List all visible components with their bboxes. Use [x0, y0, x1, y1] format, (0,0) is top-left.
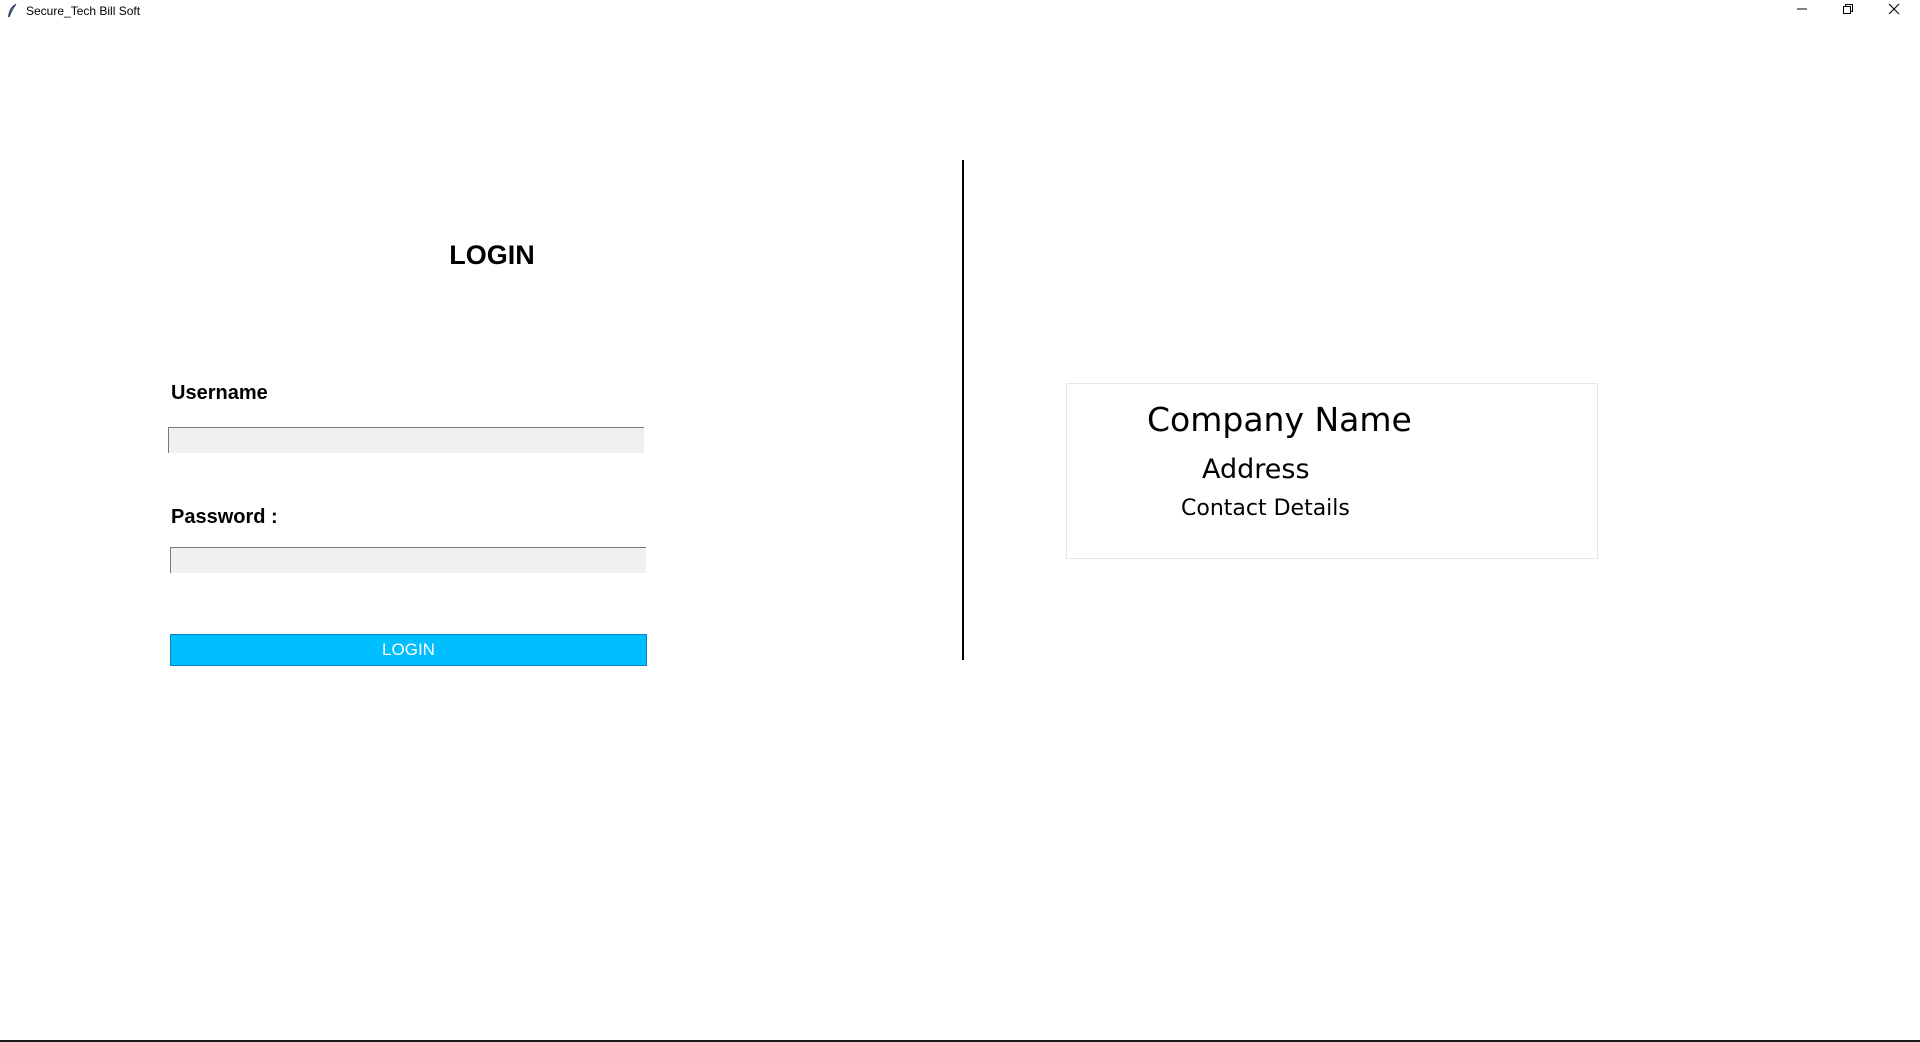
- restore-icon: [1842, 2, 1854, 20]
- vertical-divider: [962, 160, 964, 660]
- username-label: Username: [171, 382, 268, 404]
- close-icon: [1888, 2, 1900, 20]
- company-contact-details: Contact Details: [1181, 496, 1350, 521]
- company-name: Company Name: [1147, 400, 1412, 439]
- app-window: Secure_Tech Bill Soft LOGIN Username Pas…: [0, 0, 1920, 1042]
- company-address: Address: [1202, 454, 1310, 485]
- title-bar: Secure_Tech Bill Soft: [0, 0, 1920, 22]
- password-label: Password :: [171, 506, 278, 528]
- minimize-icon: [1796, 2, 1808, 20]
- feather-icon: [6, 3, 18, 19]
- login-heading: LOGIN: [449, 240, 535, 270]
- password-input[interactable]: [170, 547, 646, 573]
- minimize-button[interactable]: [1780, 0, 1824, 22]
- username-input[interactable]: [168, 427, 644, 453]
- window-title: Secure_Tech Bill Soft: [26, 4, 141, 18]
- company-info-card: Company Name Address Contact Details: [1066, 383, 1598, 559]
- login-button[interactable]: LOGIN: [170, 634, 647, 666]
- restore-button[interactable]: [1826, 0, 1870, 22]
- close-button[interactable]: [1872, 0, 1916, 22]
